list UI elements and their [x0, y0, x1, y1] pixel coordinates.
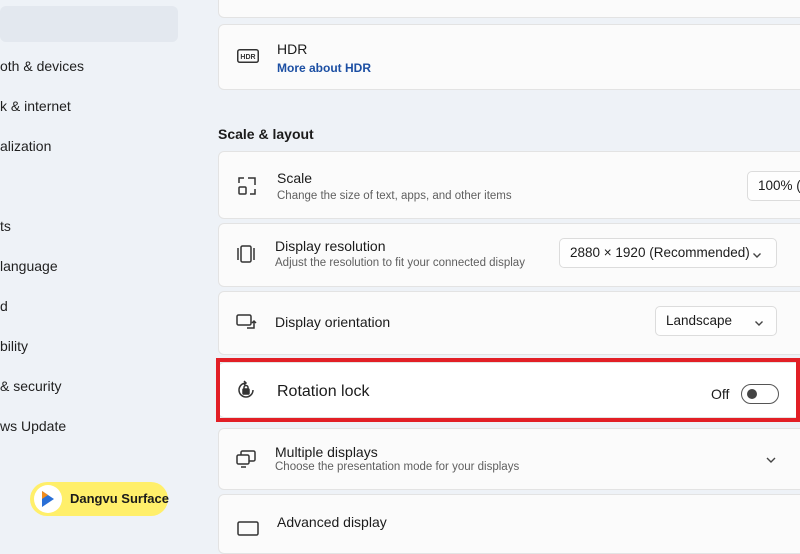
sidebar-selected-item[interactable]	[0, 6, 178, 42]
hdr-icon: HDR	[237, 49, 259, 68]
sidebar-item-accounts[interactable]: ts	[0, 218, 11, 234]
sidebar-item-privacy-security[interactable]: & security	[0, 378, 61, 394]
highlight-box	[216, 358, 800, 422]
previous-setting-card[interactable]	[218, 0, 800, 18]
watermark-text: Dangvu Surface	[70, 491, 169, 506]
multiple-displays-title: Multiple displays	[275, 444, 378, 460]
hdr-card[interactable]: HDR HDR More about HDR	[218, 24, 800, 90]
sidebar-item-network-internet[interactable]: k & internet	[0, 98, 71, 114]
sidebar: oth & devices k & internet alization ts …	[0, 0, 218, 533]
display-resolution-card[interactable]: Display resolution Adjust the resolution…	[218, 223, 800, 287]
dangvu-logo-icon	[34, 485, 62, 513]
display-orientation-card[interactable]: Display orientation Landscape	[218, 291, 800, 355]
svg-text:HDR: HDR	[240, 54, 255, 61]
multiple-displays-icon	[235, 449, 257, 474]
display-orientation-value: Landscape	[666, 313, 733, 328]
sidebar-item-accessibility[interactable]: bility	[0, 338, 28, 354]
scale-card[interactable]: Scale Change the size of text, apps, and…	[218, 151, 800, 219]
display-orientation-dropdown[interactable]: Landscape	[655, 306, 777, 336]
display-resolution-dropdown[interactable]: 2880 × 1920 (Recommended)	[559, 238, 777, 268]
scale-title: Scale	[277, 170, 313, 186]
chevron-down-icon	[752, 248, 762, 263]
advanced-display-card[interactable]: Advanced display	[218, 494, 800, 554]
sidebar-item-time-language[interactable]: language	[0, 258, 58, 274]
orientation-icon	[235, 312, 257, 337]
multiple-displays-subtitle: Choose the presentation mode for your di…	[275, 461, 520, 473]
resolution-icon	[235, 244, 257, 269]
sidebar-item-bluetooth-devices[interactable]: oth & devices	[0, 58, 84, 74]
section-title-scale-layout: Scale & layout	[218, 126, 314, 142]
display-resolution-title: Display resolution	[275, 238, 386, 254]
scale-icon	[237, 176, 257, 201]
sidebar-item-windows-update[interactable]: ws Update	[0, 418, 66, 434]
scale-dropdown-value: 100% (	[758, 178, 800, 193]
multiple-displays-card[interactable]: Multiple displays Choose the presentatio…	[218, 428, 800, 490]
advanced-display-title: Advanced display	[277, 514, 387, 530]
display-resolution-value: 2880 × 1920 (Recommended)	[570, 245, 750, 260]
sidebar-item-personalization[interactable]: alization	[0, 138, 51, 154]
sidebar-item-gaming[interactable]: d	[0, 298, 8, 314]
main-content: HDR HDR More about HDR Scale & layout Sc…	[218, 0, 800, 554]
chevron-down-icon[interactable]	[765, 453, 777, 471]
hdr-title: HDR	[277, 41, 308, 57]
scale-dropdown[interactable]: 100% (	[747, 171, 800, 201]
more-about-hdr-link[interactable]: More about HDR	[277, 61, 371, 75]
display-orientation-title: Display orientation	[275, 314, 391, 330]
chevron-down-icon	[754, 316, 764, 331]
watermark-badge: Dangvu Surface	[30, 482, 169, 516]
display-resolution-subtitle: Adjust the resolution to fit your connec…	[275, 257, 525, 269]
scale-subtitle: Change the size of text, apps, and other…	[277, 190, 512, 202]
advanced-display-icon	[237, 521, 259, 542]
